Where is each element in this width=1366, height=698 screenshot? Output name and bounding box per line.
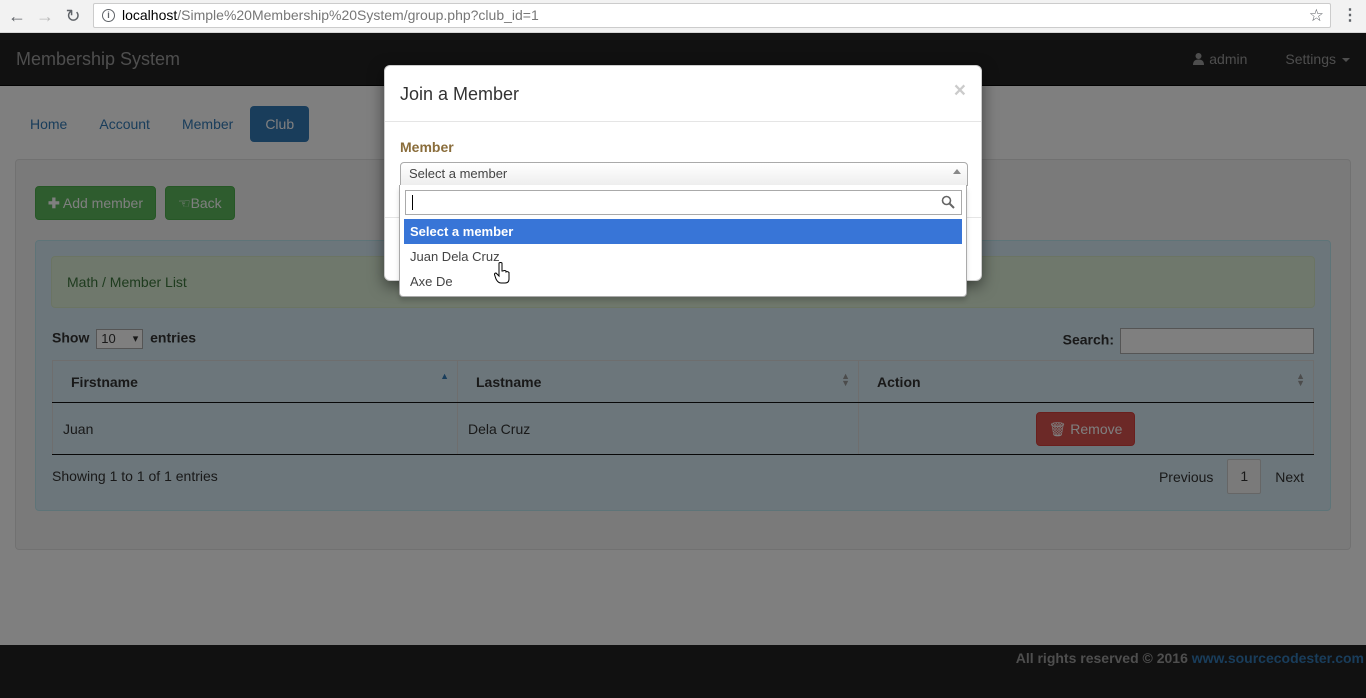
option-axe-de[interactable]: Axe De: [404, 269, 962, 294]
back-arrow-icon[interactable]: ←: [6, 5, 28, 27]
member-select-value: Select a member: [409, 166, 508, 181]
close-icon[interactable]: ×: [954, 79, 966, 103]
info-icon[interactable]: i: [102, 9, 115, 22]
address-bar[interactable]: i localhost/Simple%20Membership%20System…: [93, 3, 1331, 28]
modal-title: Join a Member: [400, 84, 520, 104]
member-field-label: Member: [400, 139, 454, 155]
reload-icon[interactable]: ↻: [62, 5, 84, 27]
dropdown-search-input[interactable]: [405, 190, 962, 215]
bookmark-star-icon[interactable]: ☆: [1309, 4, 1324, 27]
member-select[interactable]: Select a member: [400, 162, 968, 186]
browser-menu-icon[interactable]: ⋮: [1342, 5, 1358, 25]
option-select-member[interactable]: Select a member: [404, 219, 962, 244]
browser-toolbar: ← → ↻ i localhost/Simple%20Membership%20…: [0, 0, 1366, 33]
url-path: /Simple%20Membership%20System/group.php?…: [177, 7, 539, 23]
chevron-up-icon: [953, 169, 961, 174]
url-host: localhost: [122, 7, 178, 23]
forward-arrow-icon[interactable]: →: [34, 5, 56, 27]
text-cursor: [412, 195, 413, 210]
option-juan-dela-cruz[interactable]: Juan Dela Cruz: [404, 244, 962, 269]
search-icon: [941, 195, 955, 209]
dropdown-options: Select a member Juan Dela Cruz Axe De: [404, 219, 962, 294]
member-dropdown: Select a member Juan Dela Cruz Axe De: [399, 185, 967, 297]
hand-cursor-icon: [494, 262, 510, 284]
